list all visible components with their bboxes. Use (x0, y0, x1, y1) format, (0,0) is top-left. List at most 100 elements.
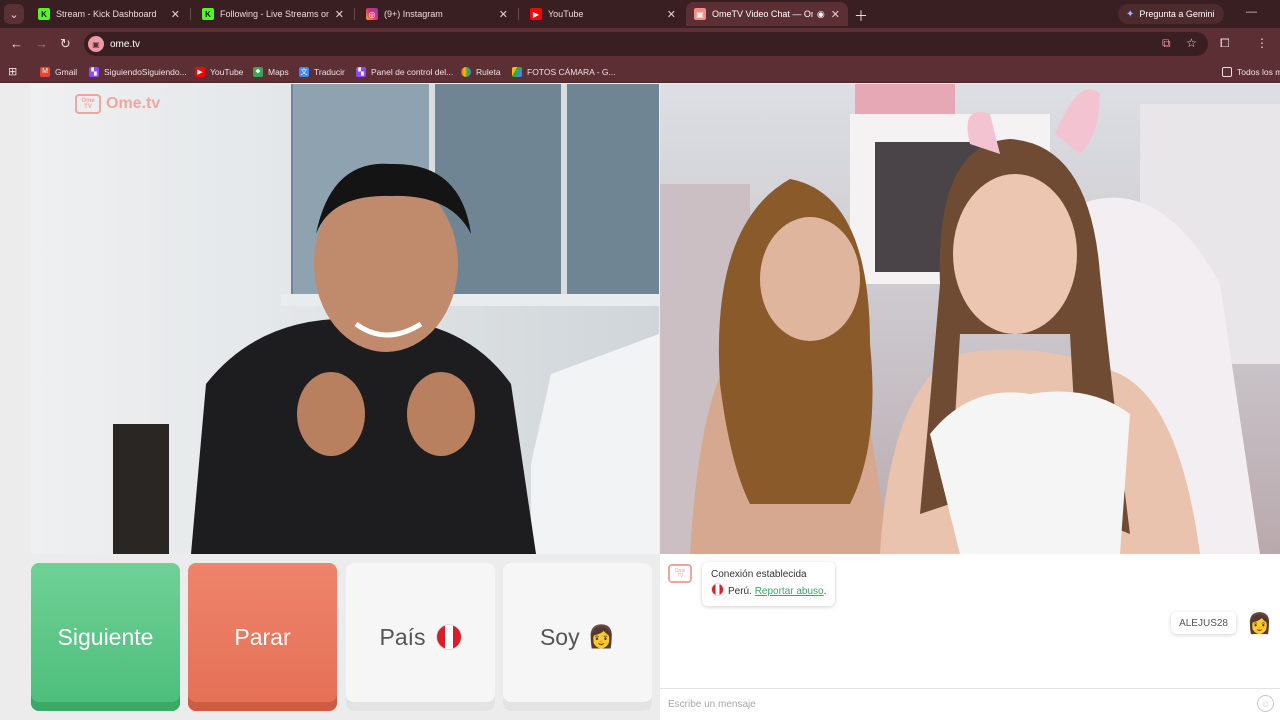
bookmark-twitch-following[interactable]: ▚ SiguiendoSiguiendo... (89, 64, 187, 79)
tab-title: OmeTV Video Chat — Ome (712, 9, 813, 19)
stop-button[interactable]: Parar (188, 563, 337, 711)
bookmarks-bar: ⊞ M Gmail ▚ SiguiendoSiguiendo... ▶ YouT… (0, 60, 1280, 83)
cast-icon[interactable]: ⧉ (1162, 36, 1171, 51)
country-label: País (379, 623, 426, 650)
pc-case (113, 424, 169, 554)
folder-icon (1222, 66, 1232, 77)
gender-button[interactable]: Soy 👩 (503, 563, 652, 711)
back-icon[interactable]: ← (10, 36, 23, 51)
twitch-icon: ▚ (89, 66, 99, 77)
white-chair (531, 334, 659, 554)
remote-video-scene (660, 84, 1280, 554)
bookmark-gmail[interactable]: M Gmail (40, 64, 77, 79)
ometv-icon: ▣ (694, 8, 706, 20)
youtube-icon: ▶ (530, 8, 542, 20)
url-text[interactable]: ome.tv (110, 39, 140, 50)
gender-label: Soy (539, 623, 580, 650)
tab-search-button[interactable]: ⌄ (4, 4, 24, 24)
drive-icon (512, 66, 522, 77)
bookmark-star-icon[interactable]: ☆ (1186, 36, 1197, 50)
tab-title: Stream - Kick Dashboard (56, 9, 157, 19)
remote-video (660, 84, 1280, 554)
site-info-icon[interactable]: ▣ (88, 36, 104, 52)
tab-ometv[interactable]: ▣ OmeTV Video Chat — Ome ◉ ✕ (686, 2, 848, 26)
message-input[interactable] (660, 689, 1230, 719)
instagram-icon: ◎ (366, 8, 378, 20)
close-tab-icon[interactable]: ✕ (335, 8, 344, 21)
bunny-ear (1055, 89, 1100, 154)
close-tab-icon[interactable]: ✕ (667, 8, 676, 21)
woman-avatar-icon: 👩 (1247, 613, 1272, 635)
report-abuse-link[interactable]: Reportar abuso (755, 586, 824, 597)
browser-toolbar: ← → ↻ ▣ ome.tv ⧉ ☆ ⧠ ⋮ (0, 28, 1280, 60)
local-video: Ome TV Ome.tv (31, 84, 659, 554)
window-frame (561, 84, 567, 304)
person-hand (407, 372, 475, 456)
person-hand (297, 372, 365, 456)
forward-icon[interactable]: → (35, 36, 48, 51)
local-video-scene (113, 84, 659, 554)
system-message: Conexión establecida Perú. Reportar abus… (702, 562, 836, 606)
maps-icon: ⬥ (253, 66, 263, 77)
all-bookmarks[interactable]: Todos los m (1222, 64, 1280, 79)
tab-divider (354, 8, 355, 20)
tab-kick-dashboard[interactable]: K Stream - Kick Dashboard ✕ (30, 2, 188, 26)
reload-icon[interactable]: ↻ (60, 36, 71, 52)
next-label: Siguiente (57, 623, 154, 650)
poster (855, 84, 955, 114)
roulette-icon (461, 66, 471, 77)
emoji-picker-icon[interactable]: ☺ (1257, 695, 1274, 712)
tab-youtube[interactable]: ▶ YouTube ✕ (522, 2, 684, 26)
translate-icon: 文 (299, 66, 309, 77)
address-bar[interactable]: ▣ ome.tv (84, 32, 1208, 56)
youtube-icon: ▶ (195, 66, 205, 77)
bookmark-ruleta[interactable]: Ruleta (461, 64, 501, 79)
apps-icon[interactable]: ⊞ (8, 64, 17, 79)
tab-title: YouTube (548, 9, 584, 19)
logo-text: Ome.tv (106, 95, 161, 112)
menu-icon[interactable]: ⋮ (1256, 36, 1268, 50)
stranger-name: ALEJUS28 (1179, 617, 1228, 629)
kick-icon: K (202, 8, 214, 20)
woman-emoji-icon: 👩 (587, 624, 616, 649)
twitch-icon: ▚ (356, 66, 366, 77)
stranger-name-badge: ALEJUS28 (1171, 612, 1236, 634)
tab-divider (190, 8, 191, 20)
bookmark-youtube[interactable]: ▶ YouTube (195, 64, 243, 79)
close-tab-icon[interactable]: ✕ (831, 8, 840, 21)
peru-flag-icon (711, 583, 724, 596)
country-line: Perú. Reportar abuso. (711, 583, 826, 600)
ask-gemini-button[interactable]: ✦ Pregunta a Gemini (1118, 4, 1225, 24)
gemini-icon: ✦ (1126, 8, 1135, 20)
recording-icon: ◉ (816, 8, 825, 19)
bookmark-maps[interactable]: ⬥ Maps (253, 64, 289, 79)
tab-kick-following[interactable]: K Following - Live Streams on Kick ✕ (194, 2, 352, 26)
tv-logo-icon: Ome TV (75, 94, 101, 114)
country-button[interactable]: País (346, 563, 495, 711)
close-tab-icon[interactable]: ✕ (171, 8, 180, 21)
bookmark-translate[interactable]: 文 Traducir (299, 64, 345, 79)
tab-instagram[interactable]: ◎ (9+) Instagram ✕ (358, 2, 516, 26)
gemini-label: Pregunta a Gemini (1139, 9, 1215, 19)
new-tab-button[interactable]: ＋ (854, 6, 868, 26)
bookmark-twitch-dashboard[interactable]: ▚ Panel de control del... (356, 64, 453, 79)
ometv-page: Ome TV Ome.tv Siguiente Parar País Soy 👩… (0, 84, 1280, 720)
close-tab-icon[interactable]: ✕ (499, 8, 508, 21)
tab-title: Following - Live Streams on Kick (220, 9, 329, 19)
minimize-icon[interactable]: — (1246, 6, 1257, 18)
connection-status: Conexión establecida (711, 569, 807, 580)
next-button[interactable]: Siguiente (31, 563, 180, 711)
kick-icon: K (38, 8, 50, 20)
stop-label: Parar (234, 623, 291, 650)
tab-divider (518, 8, 519, 20)
chat-panel: Ome TV Conexión establecida Perú. Reporta… (660, 554, 1280, 720)
bookmark-fotos-camara[interactable]: FOTOS CÁMARA - G... (512, 64, 616, 79)
ometv-logo[interactable]: Ome TV Ome.tv (75, 94, 160, 114)
person-2-top (930, 391, 1130, 554)
stranger-country: Perú. (728, 586, 752, 597)
tab-strip: ⌄ K Stream - Kick Dashboard ✕ K Followin… (0, 0, 1280, 28)
person-2-face (953, 174, 1077, 334)
tab-title: (9+) Instagram (384, 9, 443, 19)
extensions-icon[interactable]: ⧠ (1220, 36, 1230, 51)
person-1-face (760, 217, 860, 341)
